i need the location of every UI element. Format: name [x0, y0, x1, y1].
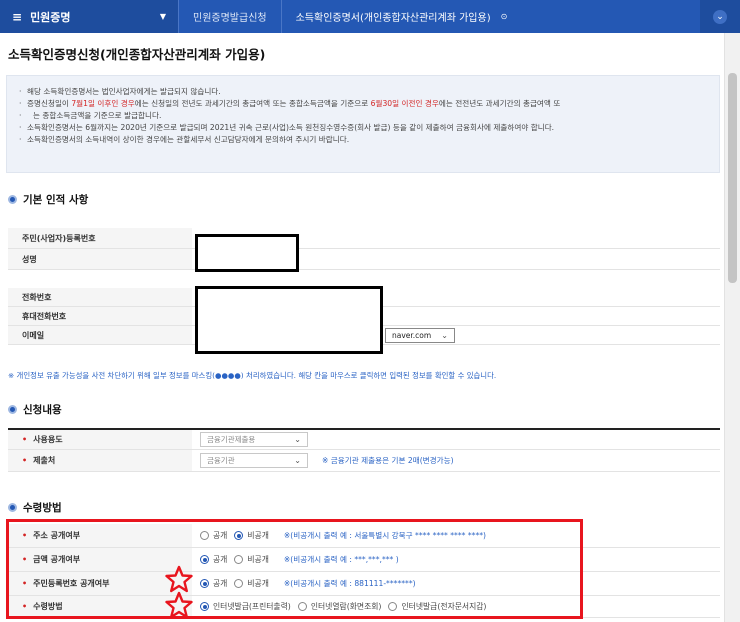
select-value: naver.com — [392, 330, 432, 340]
notice-line: 소득확인증명서는 6월까지는 2020년 기준으로 발급되며 2021년 귀속 … — [19, 122, 707, 134]
notice-line: 증명신청일이 7월1일 이후인 경우에는 신청일의 전년도 과세기간의 총급여액… — [19, 98, 707, 110]
section-title-text: 신청내용 — [23, 404, 62, 416]
table-row: 성명 — [8, 249, 720, 270]
table-row: 주민(사업자)등록번호 — [8, 228, 720, 249]
chevron-down-icon: ▼ — [159, 12, 166, 21]
section-title-receive: 수령방법 — [8, 500, 62, 515]
select-value: 금융기관제출용 — [207, 435, 256, 444]
row-label: 주민(사업자)등록번호 — [8, 228, 192, 248]
row-label: • 제출처 — [8, 450, 192, 471]
bullet-icon — [8, 503, 17, 512]
bullet-icon — [8, 405, 17, 414]
section-title-apply: 신청내용 — [8, 402, 62, 417]
row-label: 성명 — [8, 249, 192, 269]
notice-box: 해당 소득확인증명서는 법인사업자에게는 발급되지 않습니다. 증명신청일이 7… — [6, 75, 720, 173]
row-label: 이메일 — [8, 326, 192, 344]
hamburger-icon: ≡ — [12, 9, 23, 24]
top-navigation: ≡ 민원증명 ▼ 민원증명발급신청 소득확인증명서(개인종합자산관리계좌 가입용… — [0, 0, 740, 33]
chevron-down-icon: ⌄ — [294, 435, 301, 444]
row-label: 전화번호 — [8, 288, 192, 306]
notice-line: 해당 소득확인증명서는 법인사업자에게는 발급되지 않습니다. — [19, 86, 707, 98]
breadcrumb-item-current[interactable]: 소득확인증명서(개인종합자산관리계좌 가입용) ⊙ — [280, 0, 522, 33]
chevron-down-icon: ⊙ — [500, 12, 508, 21]
redaction-box — [195, 286, 383, 354]
row-label: • 사용용도 — [8, 430, 192, 449]
row-value: 금융기관제출용 ⌄ — [192, 430, 720, 449]
notice-line: 소득확인증명서의 소득내역이 상이한 경우에는 관할세무서 신고담당자에게 문의… — [19, 134, 707, 146]
breadcrumb-label: 민원증명발급신청 — [193, 13, 267, 24]
star-annotation-icon — [165, 591, 193, 619]
scrollbar[interactable] — [724, 33, 740, 622]
nav-home-label: 민원증명 — [30, 10, 71, 24]
row-value: 금융기관 ⌄ ※ 금융기관 제출용은 기본 2매(변경가능) — [192, 450, 720, 471]
notice-line: 는 종합소득금액을 기준으로 발급합니다. — [19, 110, 707, 122]
table-row: • 제출처 금융기관 ⌄ ※ 금융기관 제출용은 기본 2매(변경가능) — [8, 450, 720, 472]
row-label: 휴대전화번호 — [8, 307, 192, 325]
bullet-icon — [8, 195, 17, 204]
section-title-text: 수령방법 — [23, 502, 62, 514]
star-annotation-icon — [165, 565, 193, 593]
section-title-text: 기본 인적 사항 — [23, 194, 89, 206]
scrollbar-thumb[interactable] — [728, 73, 737, 283]
usage-select[interactable]: 금융기관제출용 ⌄ — [200, 432, 308, 447]
chevron-down-icon: ⌄ — [441, 330, 448, 340]
email-domain-select[interactable]: naver.com ⌄ — [385, 327, 455, 343]
redaction-box — [195, 234, 299, 272]
nav-more-button[interactable]: ⌄ — [700, 0, 740, 33]
basic-info-table: 주민(사업자)등록번호 성명 — [8, 228, 720, 270]
masking-notice: ※ 개인정보 유출 가능성을 사전 차단하기 위해 일부 정보를 마스킹(●●●… — [8, 371, 497, 380]
section-title-basic: 기본 인적 사항 — [8, 192, 88, 207]
breadcrumb-label: 소득확인증명서(개인종합자산관리계좌 가입용) — [295, 13, 491, 24]
nav-home-menu[interactable]: ≡ 민원증명 ▼ — [0, 0, 178, 33]
chevron-down-icon: ⌄ — [713, 9, 727, 24]
submit-to-select[interactable]: 금융기관 ⌄ — [200, 453, 308, 468]
annotation-highlight-box — [6, 519, 583, 619]
chevron-down-icon: ⌄ — [294, 456, 301, 465]
select-value: 금융기관 — [207, 456, 235, 465]
breadcrumb-item-request[interactable]: 민원증명발급신청 — [178, 0, 281, 33]
table-row: • 사용용도 금융기관제출용 ⌄ — [8, 430, 720, 450]
page-title: 소득확인증명신청(개인종합자산관리계좌 가입용) — [8, 47, 266, 62]
apply-table: • 사용용도 금융기관제출용 ⌄ • 제출처 금융기관 ⌄ ※ 금융기관 제출용은 … — [8, 428, 720, 472]
submit-hint: ※ 금융기관 제출용은 기본 2매(변경가능) — [322, 456, 454, 465]
